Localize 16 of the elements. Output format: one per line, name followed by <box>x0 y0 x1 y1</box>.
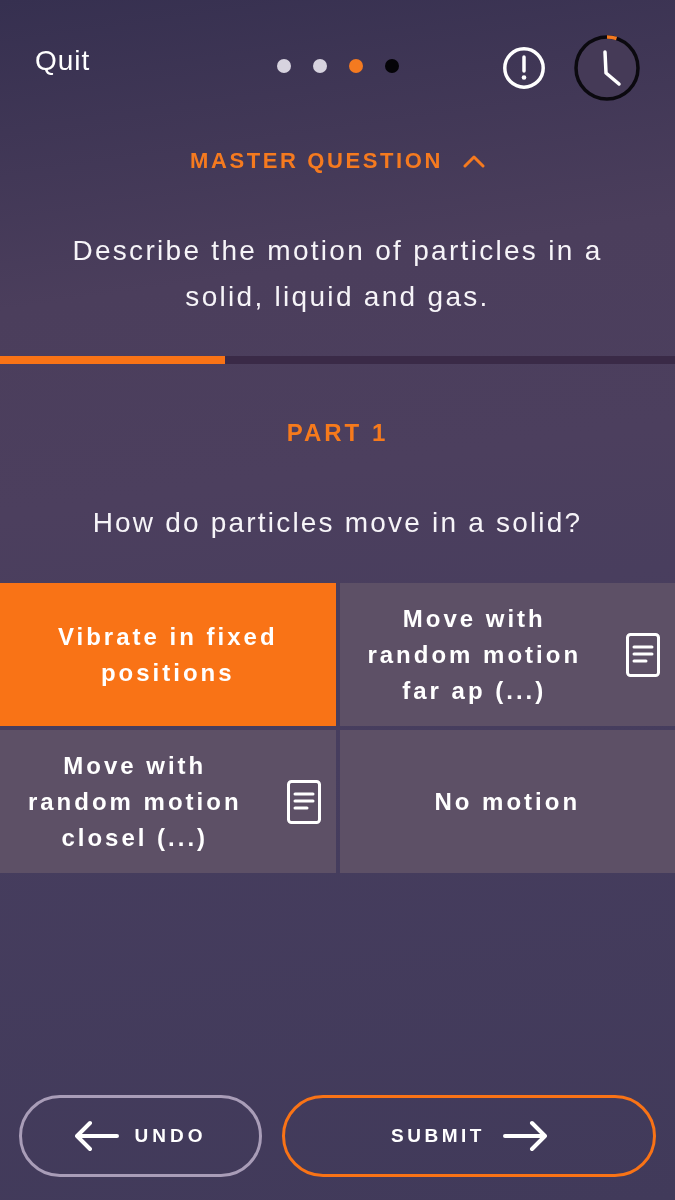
answer-option[interactable]: Move with random motion far ap (...) <box>339 583 675 726</box>
clock-icon[interactable] <box>574 35 640 101</box>
exclamation-circle-icon[interactable] <box>503 47 545 89</box>
part-question-text: How do particles move in a solid? <box>92 506 583 540</box>
quit-button[interactable]: Quit <box>35 45 91 77</box>
submit-button[interactable]: SUBMIT <box>282 1095 656 1177</box>
document-icon[interactable] <box>286 779 321 824</box>
master-question-toggle[interactable]: MASTER QUESTION <box>190 147 485 175</box>
question-text: Describe the motion of particles in a solid, liquid and gas. <box>71 234 604 314</box>
answer-option[interactable]: No motion <box>339 730 675 873</box>
arrow-left-icon <box>74 1120 119 1152</box>
part-label: PART 1 <box>286 418 389 448</box>
arrow-right-icon <box>502 1120 547 1152</box>
answer-option[interactable]: Move with random motion closel (...) <box>0 730 336 873</box>
undo-button[interactable]: UNDO <box>19 1095 262 1177</box>
document-icon[interactable] <box>626 632 661 677</box>
